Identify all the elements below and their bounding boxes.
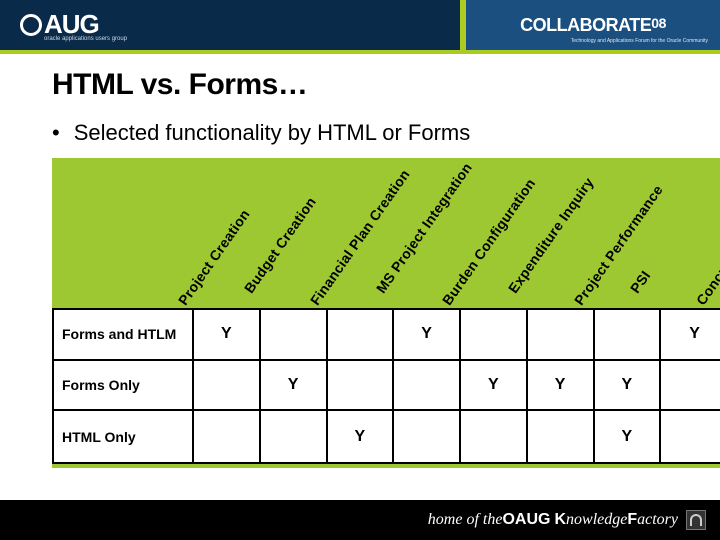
cell-2-0 (194, 411, 261, 462)
top-banner: AUG oracle applications users group COLL… (0, 0, 720, 50)
collaborate-word: COLLABORATE (520, 15, 651, 35)
cell-0-1 (261, 310, 328, 361)
cell-0-2 (328, 310, 395, 361)
slide-body: HTML vs. Forms… • Selected functionality… (0, 54, 720, 468)
footer-k: K (554, 511, 566, 529)
logo-circle-icon (20, 14, 42, 36)
cell-1-1: Y (261, 361, 328, 412)
row-header-1: Forms Only (54, 361, 194, 412)
cell-0-4 (461, 310, 528, 361)
slide-title: HTML vs. Forms… (52, 68, 720, 102)
footer-f: F (627, 511, 637, 529)
cell-2-1 (261, 411, 328, 462)
banner-right: COLLABORATE08 Technology and Application… (460, 0, 720, 50)
bullet-dot-icon: • (52, 120, 60, 146)
row-header-0: Forms and HTLM (54, 310, 194, 361)
collaborate-subtitle: Technology and Applications Forum for th… (571, 38, 708, 44)
collaborate-year: 08 (651, 15, 666, 31)
footer-emblem-icon (686, 510, 706, 530)
footer-prefix: home of the (428, 511, 503, 529)
banner-left: AUG oracle applications users group (0, 0, 460, 50)
data-grid: Forms and HTLM Y Y Y Forms Only Y Y Y Y (52, 308, 720, 464)
cell-1-6: Y (595, 361, 662, 412)
footer-bar: home of the OAUG Knowledge Factory (0, 500, 720, 540)
row-header-2: HTML Only (54, 411, 194, 462)
cell-1-2 (328, 361, 395, 412)
cell-2-7 (661, 411, 720, 462)
footer-nowledge: nowledge (566, 511, 627, 529)
cell-0-5 (528, 310, 595, 361)
column-headers: Project Creation Budget Creation Financi… (212, 158, 720, 308)
oaug-logo: AUG oracle applications users group (20, 9, 127, 42)
cell-1-3 (394, 361, 461, 412)
cell-0-6 (595, 310, 662, 361)
cell-1-0 (194, 361, 261, 412)
cell-1-4: Y (461, 361, 528, 412)
bullet-1-text: Selected functionality by HTML or Forms (74, 120, 471, 146)
cell-0-7: Y (661, 310, 720, 361)
footer-brand: OAUG (502, 511, 550, 529)
cell-2-6: Y (595, 411, 662, 462)
cell-2-2: Y (328, 411, 395, 462)
footer-actory: actory (637, 511, 678, 529)
collaborate-title: COLLABORATE08 (520, 15, 666, 36)
comparison-chart: Project Creation Budget Creation Financi… (52, 158, 720, 468)
cell-1-7 (661, 361, 720, 412)
cell-1-5: Y (528, 361, 595, 412)
cell-2-4 (461, 411, 528, 462)
cell-0-3: Y (394, 310, 461, 361)
logo-tagline: oracle applications users group (44, 36, 127, 42)
cell-0-0: Y (194, 310, 261, 361)
cell-2-3 (394, 411, 461, 462)
cell-2-5 (528, 411, 595, 462)
bullet-1: • Selected functionality by HTML or Form… (52, 120, 720, 146)
